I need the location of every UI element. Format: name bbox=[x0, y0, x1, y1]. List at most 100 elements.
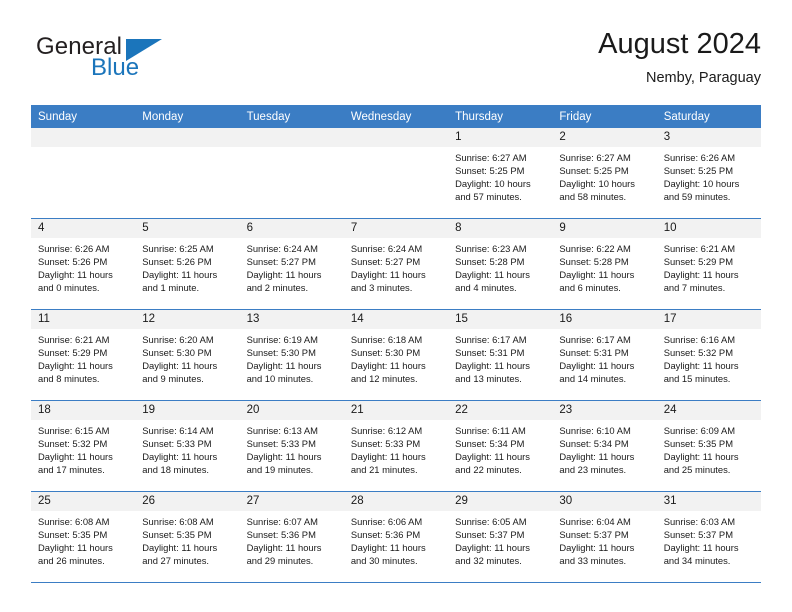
weekday-header-thursday: Thursday bbox=[448, 105, 553, 128]
day-number: 14 bbox=[343, 310, 449, 329]
daylight-text: Daylight: 11 hours and 7 minutes. bbox=[663, 269, 739, 294]
sunrise-text: Sunrise: 6:08 AM bbox=[38, 516, 110, 527]
calendar-day-cell[interactable]: 2 Sunrise: 6:27 AM Sunset: 5:25 PM Daylight… bbox=[552, 128, 657, 219]
calendar-day-cell[interactable]: 1 Sunrise: 6:27 AM Sunset: 5:25 PM Daylight… bbox=[448, 128, 553, 219]
calendar-header-row: Sunday Monday Tuesday Wednesday Thursday… bbox=[31, 105, 761, 128]
calendar-day-cell[interactable]: 14 Sunrise: 6:18 AM Sunset: 5:30 PM Dayligh… bbox=[343, 309, 449, 401]
calendar-day-cell[interactable]: 25 Sunrise: 6:08 AM Sunset: 5:35 PM Dayligh… bbox=[31, 491, 136, 583]
calendar-day-cell[interactable]: 31 Sunrise: 6:03 AM Sunset: 5:37 PM Dayligh… bbox=[656, 491, 761, 583]
weekday-header-saturday: Saturday bbox=[656, 105, 761, 128]
calendar-day-cell[interactable]: 29 Sunrise: 6:05 AM Sunset: 5:37 PM Dayligh… bbox=[448, 491, 553, 583]
calendar-day-cell[interactable]: 15 Sunrise: 6:17 AM Sunset: 5:31 PM Dayligh… bbox=[448, 309, 553, 401]
calendar-day-cell[interactable]: 28 Sunrise: 6:06 AM Sunset: 5:36 PM Dayligh… bbox=[343, 491, 449, 583]
day-cell-details: Sunrise: 6:24 AM Sunset: 5:27 PM Daylight:… bbox=[240, 238, 344, 294]
daylight-text: Daylight: 11 hours and 6 minutes. bbox=[559, 269, 635, 294]
calendar-day-cell[interactable]: 16 Sunrise: 6:17 AM Sunset: 5:31 PM Dayligh… bbox=[552, 309, 657, 401]
day-number bbox=[343, 128, 449, 147]
daylight-text: Daylight: 11 hours and 30 minutes. bbox=[350, 542, 426, 567]
calendar-day-cell[interactable]: 19 Sunrise: 6:14 AM Sunset: 5:33 PM Dayligh… bbox=[135, 400, 240, 492]
calendar-day-cell[interactable]: 10 Sunrise: 6:21 AM Sunset: 5:29 PM Dayligh… bbox=[656, 218, 761, 310]
daylight-text: Daylight: 11 hours and 25 minutes. bbox=[663, 451, 739, 476]
day-cell-details: Sunrise: 6:12 AM Sunset: 5:33 PM Daylight:… bbox=[344, 420, 448, 476]
daylight-text: Daylight: 11 hours and 19 minutes. bbox=[246, 451, 322, 476]
day-cell-details: Sunrise: 6:13 AM Sunset: 5:33 PM Daylight:… bbox=[240, 420, 344, 476]
sunset-text: Sunset: 5:25 PM bbox=[455, 165, 525, 177]
daylight-text: Daylight: 11 hours and 21 minutes. bbox=[350, 451, 426, 476]
calendar-day-cell[interactable]: 18 Sunrise: 6:15 AM Sunset: 5:32 PM Dayligh… bbox=[31, 400, 136, 492]
sunset-text: Sunset: 5:36 PM bbox=[246, 529, 316, 541]
day-cell-inner: 7 Sunrise: 6:24 AM Sunset: 5:27 PM Daylight… bbox=[343, 219, 449, 309]
sunset-text: Sunset: 5:30 PM bbox=[142, 347, 212, 359]
calendar-day-cell[interactable]: 30 Sunrise: 6:04 AM Sunset: 5:37 PM Dayligh… bbox=[552, 491, 657, 583]
calendar-day-cell[interactable]: 26 Sunrise: 6:08 AM Sunset: 5:35 PM Dayligh… bbox=[135, 491, 240, 583]
sunset-text: Sunset: 5:30 PM bbox=[246, 347, 316, 359]
sunrise-text: Sunrise: 6:25 AM bbox=[142, 243, 214, 254]
calendar-day-cell[interactable]: 22 Sunrise: 6:11 AM Sunset: 5:34 PM Dayligh… bbox=[448, 400, 553, 492]
sunrise-text: Sunrise: 6:10 AM bbox=[559, 425, 631, 436]
sunrise-text: Sunrise: 6:26 AM bbox=[663, 152, 736, 163]
sunrise-text: Sunrise: 6:12 AM bbox=[350, 425, 423, 436]
sunrise-text: Sunrise: 6:05 AM bbox=[455, 516, 527, 527]
day-cell-inner: 8 Sunrise: 6:23 AM Sunset: 5:28 PM Daylight… bbox=[448, 219, 553, 309]
day-cell-details: Sunrise: 6:22 AM Sunset: 5:28 PM Daylight:… bbox=[552, 238, 656, 294]
daylight-text: Daylight: 11 hours and 12 minutes. bbox=[350, 360, 426, 385]
day-number: 26 bbox=[135, 492, 240, 511]
day-cell-inner: 20 Sunrise: 6:13 AM Sunset: 5:33 PM Dayligh… bbox=[239, 401, 344, 491]
calendar-day-cell[interactable]: 4 Sunrise: 6:26 AM Sunset: 5:26 PM Daylight… bbox=[31, 218, 136, 310]
day-cell-inner: 31 Sunrise: 6:03 AM Sunset: 5:37 PM Dayligh… bbox=[656, 492, 761, 582]
sunrise-text: Sunrise: 6:11 AM bbox=[455, 425, 526, 436]
daylight-text: Daylight: 10 hours and 59 minutes. bbox=[663, 178, 740, 203]
day-cell-details: Sunrise: 6:21 AM Sunset: 5:29 PM Daylight:… bbox=[657, 238, 761, 294]
calendar-cell-empty bbox=[31, 128, 136, 219]
calendar-day-cell[interactable]: 27 Sunrise: 6:07 AM Sunset: 5:36 PM Dayligh… bbox=[239, 491, 344, 583]
day-number: 25 bbox=[31, 492, 136, 511]
daylight-text: Daylight: 11 hours and 18 minutes. bbox=[142, 451, 218, 476]
sunrise-text: Sunrise: 6:26 AM bbox=[38, 243, 110, 254]
calendar-day-cell[interactable]: 21 Sunrise: 6:12 AM Sunset: 5:33 PM Dayligh… bbox=[343, 400, 449, 492]
sunrise-text: Sunrise: 6:22 AM bbox=[559, 243, 631, 254]
daylight-text: Daylight: 10 hours and 57 minutes. bbox=[455, 178, 531, 203]
sunrise-text: Sunrise: 6:04 AM bbox=[559, 516, 631, 527]
calendar-week-row: 4 Sunrise: 6:26 AM Sunset: 5:26 PM Daylight… bbox=[31, 218, 761, 310]
day-cell-inner: 6 Sunrise: 6:24 AM Sunset: 5:27 PM Daylight… bbox=[239, 219, 344, 309]
sunset-text: Sunset: 5:31 PM bbox=[559, 347, 629, 359]
sunrise-text: Sunrise: 6:21 AM bbox=[663, 243, 736, 254]
calendar-day-cell[interactable]: 9 Sunrise: 6:22 AM Sunset: 5:28 PM Daylight… bbox=[552, 218, 657, 310]
sunrise-text: Sunrise: 6:19 AM bbox=[246, 334, 318, 345]
day-cell-inner: 12 Sunrise: 6:20 AM Sunset: 5:30 PM Dayligh… bbox=[135, 310, 240, 400]
day-cell-details: Sunrise: 6:24 AM Sunset: 5:27 PM Daylight:… bbox=[344, 238, 448, 294]
calendar-day-cell[interactable]: 12 Sunrise: 6:20 AM Sunset: 5:30 PM Dayligh… bbox=[135, 309, 240, 401]
day-cell-details: Sunrise: 6:18 AM Sunset: 5:30 PM Daylight:… bbox=[344, 329, 448, 385]
title-block: August 2024 Nemby, Paraguay bbox=[598, 26, 761, 88]
calendar-body: 1 Sunrise: 6:27 AM Sunset: 5:25 PM Daylight… bbox=[31, 128, 761, 583]
calendar-day-cell[interactable]: 7 Sunrise: 6:24 AM Sunset: 5:27 PM Daylight… bbox=[343, 218, 449, 310]
daylight-text: Daylight: 11 hours and 23 minutes. bbox=[559, 451, 635, 476]
sunset-text: Sunset: 5:26 PM bbox=[142, 256, 212, 268]
day-cell-inner: 30 Sunrise: 6:04 AM Sunset: 5:37 PM Dayligh… bbox=[552, 492, 657, 582]
sunrise-text: Sunrise: 6:24 AM bbox=[350, 243, 423, 254]
day-number: 20 bbox=[239, 401, 344, 420]
calendar-day-cell[interactable]: 8 Sunrise: 6:23 AM Sunset: 5:28 PM Daylight… bbox=[448, 218, 553, 310]
calendar-day-cell[interactable]: 11 Sunrise: 6:21 AM Sunset: 5:29 PM Dayligh… bbox=[31, 309, 136, 401]
calendar-day-cell[interactable]: 13 Sunrise: 6:19 AM Sunset: 5:30 PM Dayligh… bbox=[239, 309, 344, 401]
calendar-day-cell[interactable]: 3 Sunrise: 6:26 AM Sunset: 5:25 PM Daylight… bbox=[656, 128, 761, 219]
daylight-text: Daylight: 11 hours and 8 minutes. bbox=[38, 360, 113, 385]
day-number: 31 bbox=[656, 492, 761, 511]
day-cell-inner: 16 Sunrise: 6:17 AM Sunset: 5:31 PM Dayligh… bbox=[552, 310, 657, 400]
calendar-day-cell[interactable]: 17 Sunrise: 6:16 AM Sunset: 5:32 PM Dayligh… bbox=[656, 309, 761, 401]
day-cell-details: Sunrise: 6:03 AM Sunset: 5:37 PM Daylight:… bbox=[657, 511, 761, 567]
day-number: 1 bbox=[448, 128, 553, 147]
brand-logo[interactable]: General Blue bbox=[31, 34, 261, 90]
day-cell-inner: 1 Sunrise: 6:27 AM Sunset: 5:25 PM Daylight… bbox=[448, 128, 553, 218]
day-cell-inner: 25 Sunrise: 6:08 AM Sunset: 5:35 PM Dayligh… bbox=[31, 492, 136, 582]
calendar-day-cell[interactable]: 23 Sunrise: 6:10 AM Sunset: 5:34 PM Dayligh… bbox=[552, 400, 657, 492]
sunset-text: Sunset: 5:25 PM bbox=[663, 165, 733, 177]
calendar-day-cell[interactable]: 5 Sunrise: 6:25 AM Sunset: 5:26 PM Daylight… bbox=[135, 218, 240, 310]
calendar-day-cell[interactable]: 24 Sunrise: 6:09 AM Sunset: 5:35 PM Dayligh… bbox=[656, 400, 761, 492]
sunset-text: Sunset: 5:37 PM bbox=[663, 529, 733, 541]
day-cell-inner: 18 Sunrise: 6:15 AM Sunset: 5:32 PM Dayligh… bbox=[31, 401, 136, 491]
calendar-day-cell[interactable]: 6 Sunrise: 6:24 AM Sunset: 5:27 PM Daylight… bbox=[239, 218, 344, 310]
day-cell-details: Sunrise: 6:20 AM Sunset: 5:30 PM Daylight:… bbox=[135, 329, 239, 385]
calendar-day-cell[interactable]: 20 Sunrise: 6:13 AM Sunset: 5:33 PM Dayligh… bbox=[239, 400, 344, 492]
day-cell-inner: 14 Sunrise: 6:18 AM Sunset: 5:30 PM Dayligh… bbox=[343, 310, 449, 400]
